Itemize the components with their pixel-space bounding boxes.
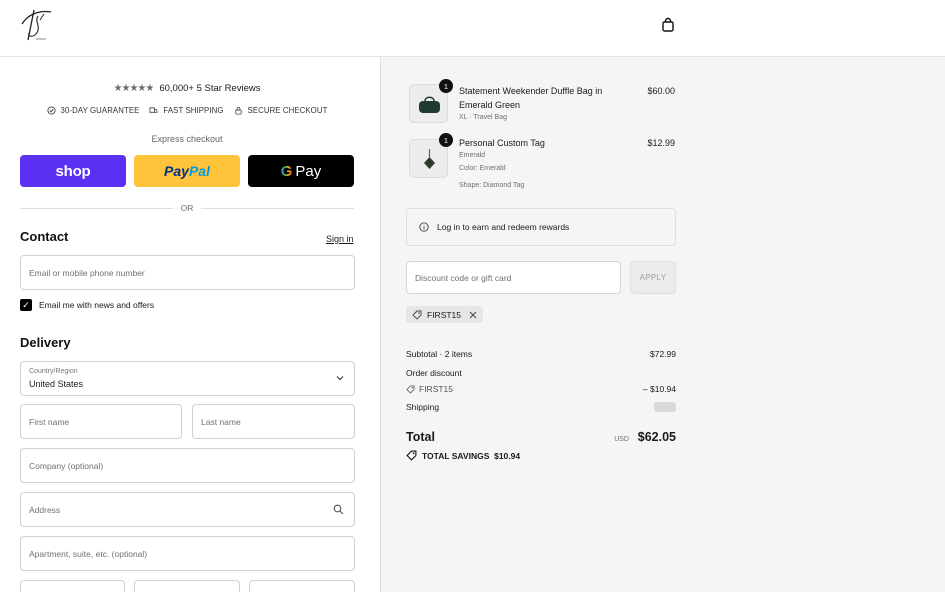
header — [0, 0, 945, 57]
tag-icon — [412, 310, 422, 320]
company-field[interactable]: Company (optional) — [20, 448, 355, 483]
shipping-value-placeholder — [654, 402, 676, 412]
state-field[interactable] — [134, 580, 240, 592]
shipping-label: Shipping — [406, 402, 440, 412]
discount-code-row: FIRST15 – $10.94 — [406, 384, 676, 394]
order-discount-row: Order discount — [406, 368, 676, 378]
tag-icon — [406, 384, 415, 394]
product-price: $60.00 — [647, 86, 675, 96]
close-icon[interactable] — [469, 311, 477, 319]
quantity-badge: 1 — [439, 133, 453, 147]
or-label: OR — [180, 203, 194, 213]
lock-icon — [234, 107, 242, 115]
truck-icon — [149, 107, 158, 113]
apartment-field[interactable]: Apartment, suite, etc. (optional) — [20, 536, 355, 571]
product-name: Personal Custom Tag — [459, 138, 545, 148]
guarantee-item: FAST SHIPPING — [149, 106, 223, 115]
product-price: $12.99 — [647, 138, 675, 148]
paypal-label-part1: Pay — [164, 163, 189, 179]
last-name-field[interactable]: Last name — [192, 404, 355, 439]
total-label: Total — [406, 430, 435, 444]
apply-discount-button[interactable]: APPLY — [630, 261, 676, 294]
paypal-button[interactable]: Pay Pal — [134, 155, 240, 187]
newsletter-option[interactable]: ✓ Email me with news and offers — [20, 299, 154, 311]
info-icon — [419, 222, 429, 232]
email-field[interactable]: Email or mobile phone number — [20, 255, 355, 290]
guarantee-item: 30-DAY GUARANTEE — [46, 106, 140, 115]
rewards-login-banner[interactable]: Log in to earn and redeem rewards — [406, 208, 676, 246]
tag-icon — [406, 450, 417, 461]
rewards-text: Log in to earn and redeem rewards — [437, 222, 570, 232]
discount-value: – $10.94 — [642, 384, 676, 394]
zip-field[interactable] — [249, 580, 355, 592]
chevron-down-icon — [336, 376, 344, 381]
applied-code-label: FIRST15 — [427, 309, 462, 320]
shipping-row: Shipping — [406, 402, 676, 412]
subtotal-row: Subtotal · 2 items $72.99 — [406, 349, 676, 359]
email-placeholder: Email or mobile phone number — [29, 267, 145, 278]
google-pay-button[interactable]: G Pay — [248, 155, 354, 187]
search-icon[interactable] — [333, 504, 344, 515]
product-name: Statement Weekender Duffle Bag in Emeral… — [459, 86, 603, 110]
delivery-title: Delivery — [20, 335, 71, 350]
guarantee-label: FAST SHIPPING — [163, 106, 224, 115]
guarantee-item: SECURE CHECKOUT — [234, 106, 328, 115]
city-field[interactable] — [20, 580, 125, 592]
applied-discount-chip: FIRST15 — [406, 306, 484, 323]
check-circle-icon — [46, 106, 56, 115]
brand-logo-icon[interactable] — [18, 6, 54, 44]
discount-code-label: FIRST15 — [419, 384, 454, 394]
currency-code: USD — [614, 436, 629, 443]
guarantees-row: 30-DAY GUARANTEE FAST SHIPPING SECURE CH… — [0, 106, 374, 115]
total-savings-label: TOTAL SAVINGS $10.94 — [422, 450, 521, 461]
star-rating-icon: ★★★★★ — [113, 83, 155, 94]
product-variant: XL · Travel Bag — [459, 114, 507, 121]
total-savings: TOTAL SAVINGS $10.94 — [406, 450, 520, 461]
last-name-placeholder: Last name — [201, 416, 241, 427]
checkout-form-panel: ★★★★★ 60,000+ 5 Star Reviews 30-DAY GUAR… — [0, 57, 381, 592]
company-placeholder: Company (optional) — [29, 460, 104, 471]
newsletter-label: Email me with news and offers — [39, 300, 155, 310]
or-divider: OR — [20, 203, 354, 213]
product-shape: Shape: Diamond Tag — [459, 182, 525, 189]
discount-code-input[interactable]: Discount code or gift card — [406, 261, 621, 294]
first-name-field[interactable]: First name — [20, 404, 182, 439]
express-checkout-label: Express checkout — [151, 134, 223, 144]
guarantee-label: 30-DAY GUARANTEE — [60, 106, 140, 115]
reviews-summary: ★★★★★ 60,000+ 5 Star Reviews — [0, 83, 374, 94]
address-field[interactable]: Address — [20, 492, 355, 527]
country-value: United States — [29, 379, 84, 389]
discount-placeholder: Discount code or gift card — [415, 272, 512, 283]
guarantee-label: SECURE CHECKOUT — [247, 106, 328, 115]
shop-pay-label: shop — [55, 162, 91, 180]
subtotal-value: $72.99 — [650, 349, 676, 359]
sign-in-link[interactable]: Sign in — [326, 234, 354, 244]
order-discount-label: Order discount — [406, 368, 462, 378]
total-value: $62.05 — [637, 430, 676, 444]
subtotal-label: Subtotal · 2 items — [406, 349, 473, 359]
country-select[interactable]: Country/Region United States — [20, 361, 355, 396]
shopping-bag-icon[interactable] — [660, 17, 676, 33]
first-name-placeholder: First name — [29, 416, 70, 427]
country-label: Country/Region — [29, 368, 78, 375]
total-row: Total USD $62.05 — [406, 430, 676, 444]
address-placeholder: Address — [29, 504, 61, 515]
apartment-placeholder: Apartment, suite, etc. (optional) — [29, 548, 148, 559]
product-variant: Emerald — [459, 152, 486, 159]
paypal-label-part2: Pal — [188, 163, 210, 179]
reviews-text: 60,000+ 5 Star Reviews — [159, 83, 261, 94]
newsletter-checkbox[interactable]: ✓ — [20, 299, 32, 311]
contact-title: Contact — [20, 229, 69, 244]
shop-pay-button[interactable]: shop — [20, 155, 126, 187]
google-pay-label: Pay — [295, 162, 322, 180]
quantity-badge: 1 — [439, 79, 453, 93]
google-g-icon: G — [280, 162, 293, 180]
product-color: Color: Emerald — [459, 165, 506, 172]
